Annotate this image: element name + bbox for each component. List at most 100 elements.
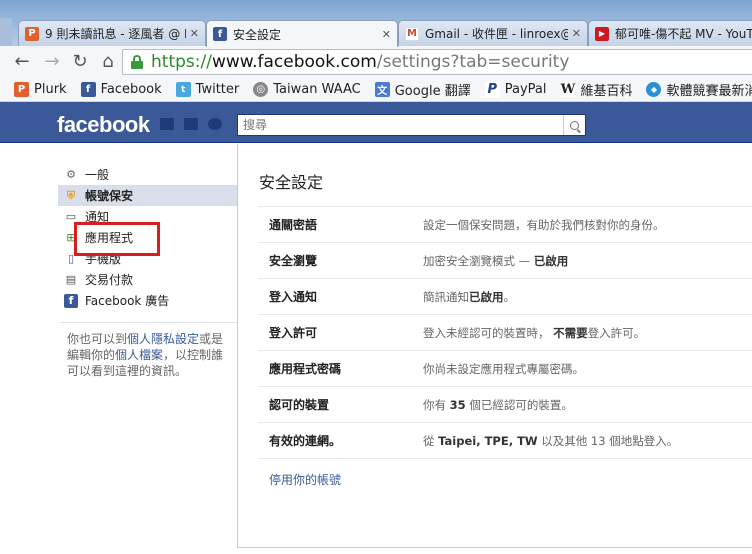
row-value-text: 你尚未設定應用程式專屬密碼。 (423, 361, 584, 376)
facebook-icon: f (80, 82, 96, 97)
bookmark-label: Plurk (34, 82, 67, 97)
row-value-location: Taipei, TPE, TW (438, 433, 538, 448)
sidebar-item-general[interactable]: ⚙ 一般 (58, 164, 237, 185)
row-value-status: 已啟用 (469, 289, 504, 304)
profile-link[interactable]: 個人檔案 (115, 348, 163, 362)
row-value: 你尚未設定應用程式專屬密碼。 (423, 361, 752, 377)
bookmark-facebook[interactable]: f Facebook (80, 82, 162, 97)
bookmark-twitter[interactable]: t Twitter (175, 82, 240, 97)
row-value-count: 35 (449, 397, 466, 412)
address-bar[interactable]: https://www.facebook.com/settings?tab=se… (122, 49, 752, 75)
monitor-icon: ▭ (65, 210, 77, 223)
settings-row-recognized-devices[interactable]: 認可的裝置 你有 35 個已經認可的裝置。 (258, 387, 752, 423)
sidebar-item-apps[interactable]: ⊞ 應用程式 (58, 227, 237, 248)
wikipedia-icon: W (560, 82, 576, 97)
privacy-note: 你也可以到個人隱私設定或是編輯你的個人檔案，以控制誰可以看到這裡的資訊。 (67, 331, 233, 379)
settings-row-login-approvals[interactable]: 登入許可 登入未經認可的裝置時， 不需要登入許可。 (258, 315, 752, 351)
bookmark-software-contest[interactable]: ◆ 軟體競賽最新消息 |... (646, 80, 752, 99)
url-protocol: https:// (151, 52, 212, 72)
bookmark-label: Facebook (100, 82, 162, 97)
tab-youtube[interactable]: ▶ 郁可唯-傷不起 MV - YouT (588, 20, 752, 46)
sidebar-item-notifications[interactable]: ▭ 通知 (58, 206, 237, 227)
mobile-icon: ▯ (67, 252, 75, 265)
bookmark-taiwan-waac[interactable]: ◎ Taiwan WAAC (253, 82, 361, 97)
row-value: 從 Taipei, TPE, TW 以及其他 13 個地點登入。 (423, 433, 752, 449)
tab-close-icon[interactable]: ✕ (190, 27, 199, 40)
facebook-logo[interactable]: facebook (57, 112, 150, 138)
row-value: 設定一個保安問題，有助於我們核對你的身份。 (423, 217, 752, 233)
search-input[interactable] (238, 118, 563, 132)
sidebar-item-label: Facebook 廣告 (85, 294, 170, 308)
bookmark-label: 軟體競賽最新消息 |... (666, 84, 752, 99)
bookmark-label: 維基百科 (580, 84, 633, 99)
tab-security-settings[interactable]: f 安全設定 ✕ (206, 20, 398, 47)
settings-row-login-notifications[interactable]: 登入通知 簡訊通知已啟用。 (258, 279, 752, 315)
row-value-text: 。 (503, 289, 516, 304)
tab-close-icon[interactable]: ✕ (382, 28, 391, 41)
settings-row-secure-browsing[interactable]: 安全瀏覽 加密安全瀏覽模式 — 已啟用 (258, 243, 752, 279)
bookmark-label: Twitter (195, 82, 240, 97)
bookmark-wikipedia[interactable]: W 維基百科 (560, 80, 632, 99)
row-label: 登入許可 (269, 326, 318, 340)
row-label: 安全瀏覽 (269, 254, 318, 268)
row-value-text: 從 (423, 433, 439, 448)
settings-row-security-question[interactable]: 通關密語 設定一個保安問題，有助於我們核對你的身份。 (258, 207, 752, 243)
facebook-favicon-icon: f (213, 27, 227, 41)
bookmark-paypal[interactable]: P PayPal (484, 82, 547, 97)
privacy-settings-link[interactable]: 個人隱私設定 (127, 332, 199, 346)
bookmarks-bar: P Plurk f Facebook t Twitter ◎ Taiwan WAAC 文… (0, 78, 752, 102)
row-value-status: 不需要 (553, 325, 588, 340)
notifications-icon[interactable] (208, 118, 222, 130)
row-value-text: 你有 (423, 397, 450, 412)
bookmark-plurk[interactable]: P Plurk (14, 82, 67, 97)
tab-strip-edge (0, 18, 12, 46)
sidebar-item-label: 帳號保安 (85, 189, 134, 203)
back-arrow-icon[interactable]: ← (12, 52, 32, 72)
plurk-icon: P (14, 82, 29, 97)
tab-title: 郁可唯-傷不起 MV - YouT (615, 27, 752, 41)
row-value-text: 設定一個保安問題，有助於我們核對你的身份。 (423, 217, 665, 232)
forward-arrow-icon[interactable]: → (42, 52, 62, 72)
messages-icon[interactable] (184, 118, 198, 130)
row-value-text: 加密安全瀏覽模式 — (423, 253, 534, 268)
sidebar-item-payments[interactable]: ▤ 交易付款 (58, 269, 237, 290)
settings-row-app-passwords[interactable]: 應用程式密碼 你尚未設定應用程式專屬密碼。 (258, 351, 752, 387)
page-title: 安全設定 (259, 173, 324, 192)
tab-title: Gmail - 收件匣 - linroex@ (425, 27, 568, 41)
friend-requests-icon[interactable] (160, 118, 174, 130)
reload-icon[interactable]: ↻ (70, 52, 90, 72)
security-settings-table: 通關密語 設定一個保安問題，有助於我們核對你的身份。 安全瀏覽 加密安全瀏覽模式… (258, 206, 752, 459)
sidebar-item-label: 通知 (85, 210, 110, 224)
sidebar-item-label: 交易付款 (85, 273, 134, 287)
youtube-favicon-icon: ▶ (595, 26, 609, 41)
note-text: 你也可以到 (67, 332, 128, 346)
browser-toolbar: ← → ↻ ⌂ https://www.facebook.com/setting… (0, 46, 752, 78)
tab-close-icon[interactable]: ✕ (572, 27, 581, 40)
sidebar-item-label: 應用程式 (85, 231, 134, 245)
bookmark-google-translate[interactable]: 文 Google 翻譯 (374, 80, 471, 99)
row-value: 加密安全瀏覽模式 — 已啟用 (423, 253, 752, 269)
row-value: 登入未經認可的裝置時， 不需要登入許可。 (423, 325, 752, 341)
sidebar-item-label: 手機版 (85, 252, 122, 266)
search-icon (570, 120, 579, 130)
row-value-text: 以及其他 13 個地點登入。 (537, 433, 679, 448)
globe-icon: ◎ (253, 82, 269, 97)
url-path: /settings?tab=security (376, 52, 570, 72)
url-host: www.facebook.com (211, 52, 377, 72)
tab-plurk[interactable]: P 9 則未讀訊息 - 逐風者 @ P ✕ (18, 20, 206, 46)
home-icon[interactable]: ⌂ (98, 52, 118, 72)
settings-row-active-sessions[interactable]: 有效的連網。 從 Taipei, TPE, TW 以及其他 13 個地點登入。 (258, 423, 752, 459)
sidebar-item-mobile[interactable]: ▯ 手機版 (58, 248, 237, 269)
row-value-text: 個已經認可的裝置。 (465, 397, 573, 412)
row-value-status: 已啟用 (533, 253, 569, 268)
facebook-header: facebook (0, 102, 752, 143)
sidebar-item-facebook-ads[interactable]: f Facebook 廣告 (58, 290, 237, 311)
search-button[interactable] (563, 115, 585, 135)
row-value: 你有 35 個已經認可的裝置。 (423, 397, 752, 413)
deactivate-account-link[interactable]: 停用你的帳號 (269, 471, 341, 488)
row-label: 有效的連網。 (269, 434, 342, 448)
tab-gmail[interactable]: M Gmail - 收件匣 - linroex@ ✕ (398, 20, 588, 46)
sidebar-item-security[interactable]: ⛨ 帳號保安 (58, 185, 237, 206)
row-value-text: 登入許可。 (587, 325, 646, 340)
bookmark-label: PayPal (504, 82, 547, 97)
